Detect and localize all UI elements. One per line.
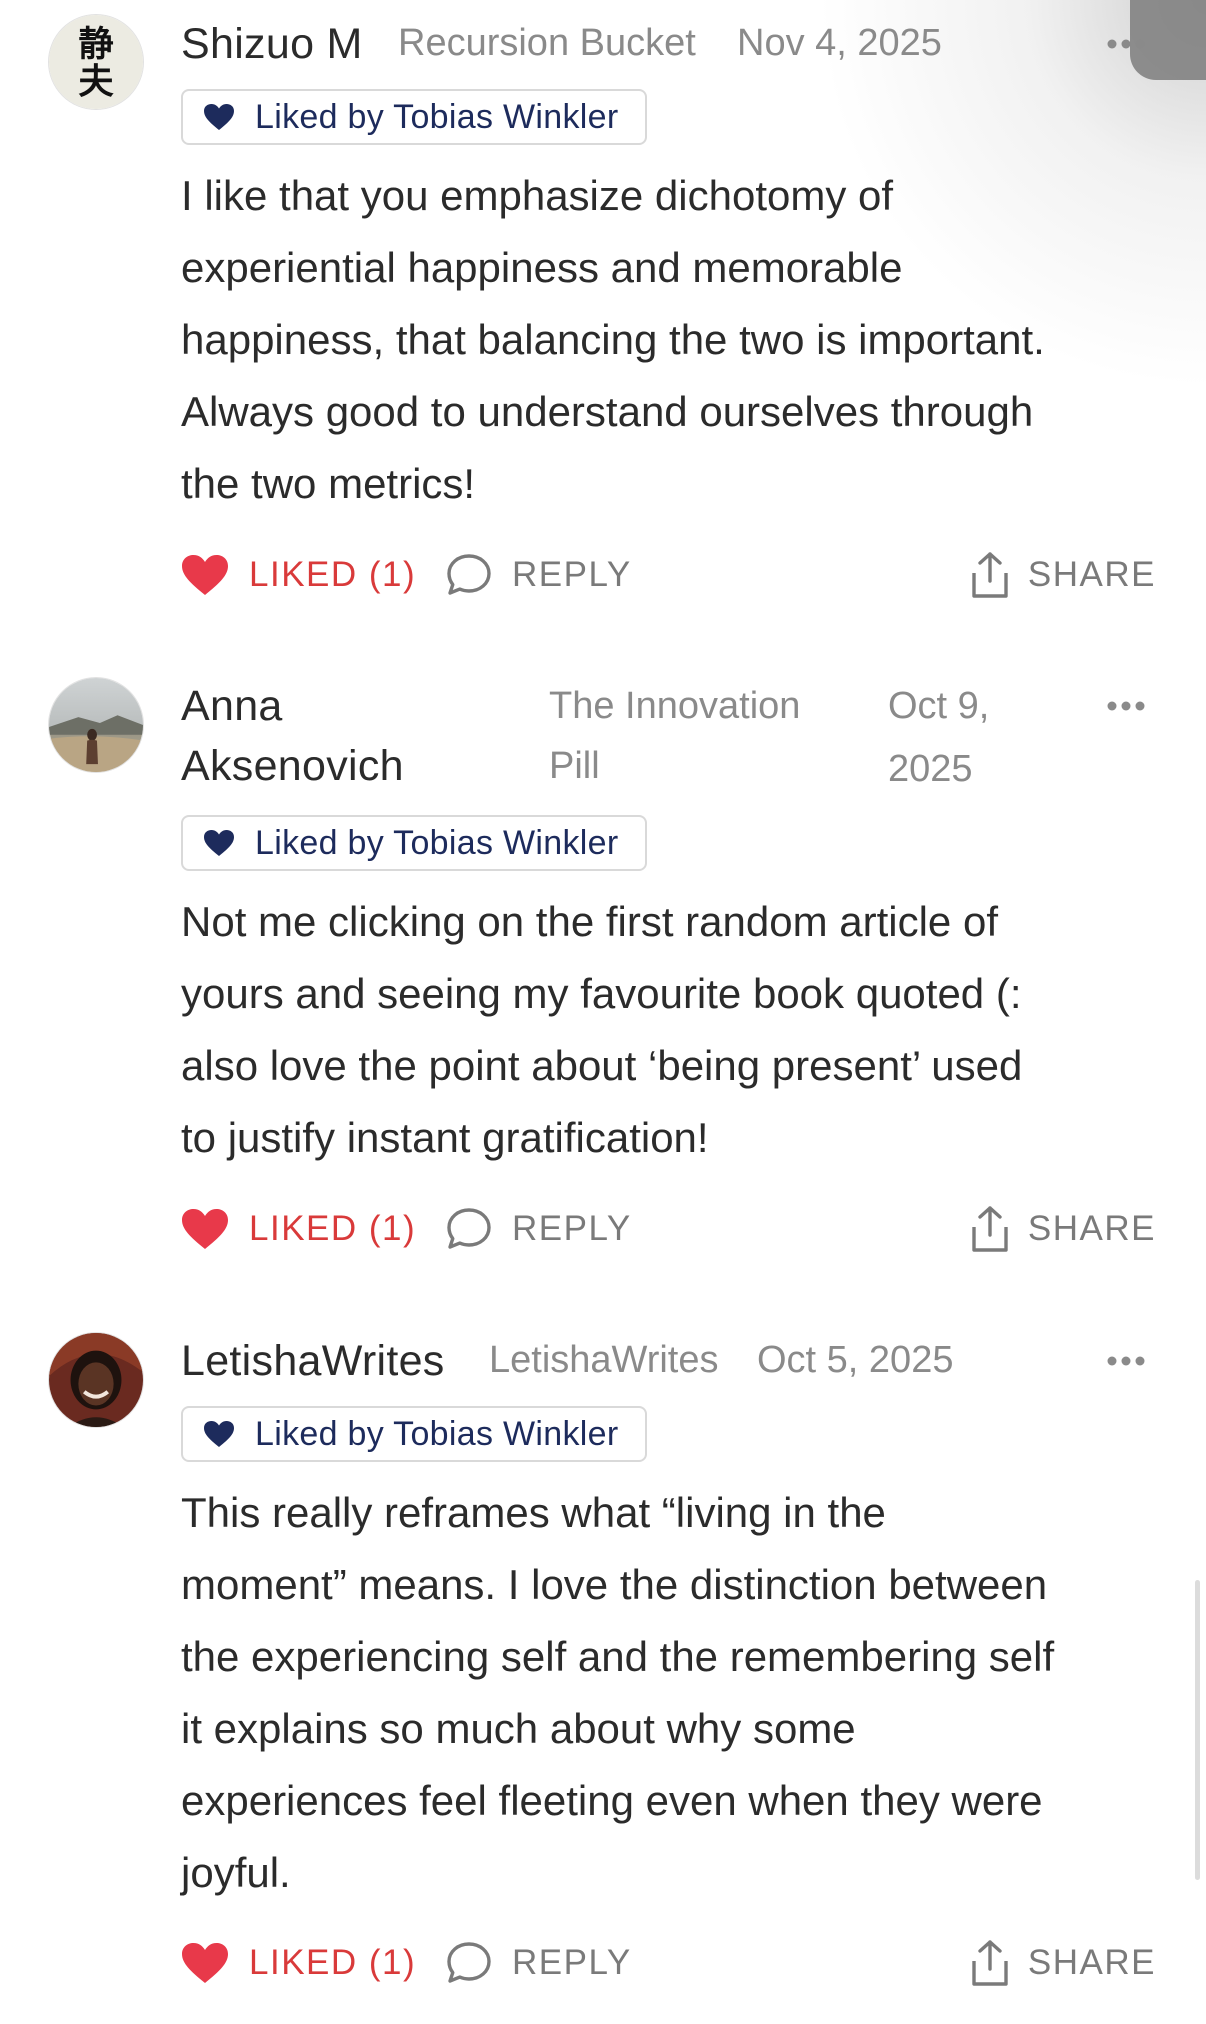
ellipsis-icon — [1107, 1356, 1145, 1366]
publication-name[interactable]: LetishaWrites — [489, 1339, 719, 1382]
comment-3: LetishaWrites LetishaWrites Oct 5, 2025 … — [0, 0, 1206, 2024]
share-button[interactable]: SHARE — [970, 1935, 1156, 1991]
scrollbar[interactable] — [1195, 1580, 1200, 1880]
avatar-letisha[interactable] — [48, 1332, 144, 1428]
comment-actions: LIKED (1) REPLY SHARE — [181, 1935, 1156, 1991]
more-options-button[interactable] — [1106, 1355, 1146, 1367]
heart-icon — [204, 1421, 234, 1447]
reply-label: REPLY — [512, 1943, 632, 1982]
portrait-photo-avatar-icon — [49, 1333, 143, 1427]
liked-by-badge: Liked by Tobias Winkler — [181, 1406, 647, 1462]
comment-date[interactable]: Oct 5, 2025 — [757, 1339, 953, 1382]
like-label: LIKED (1) — [249, 1943, 417, 1982]
liked-by-text: Liked by Tobias Winkler — [255, 1414, 619, 1453]
like-button[interactable]: LIKED (1) — [181, 1935, 416, 1991]
comment-thread: 静 夫 Shizuo M Recursion Bucket Nov 4, 202… — [0, 0, 1206, 2024]
reply-button[interactable]: REPLY — [446, 1935, 632, 1991]
comment-body: This really reframes what “living in the… — [181, 1489, 1055, 1896]
share-upload-icon — [972, 1940, 1008, 1986]
share-label: SHARE — [1027, 1943, 1156, 1982]
author-name[interactable]: LetishaWrites — [181, 1337, 445, 1386]
heart-filled-icon — [182, 1943, 228, 1983]
speech-bubble-icon — [447, 1942, 491, 1983]
